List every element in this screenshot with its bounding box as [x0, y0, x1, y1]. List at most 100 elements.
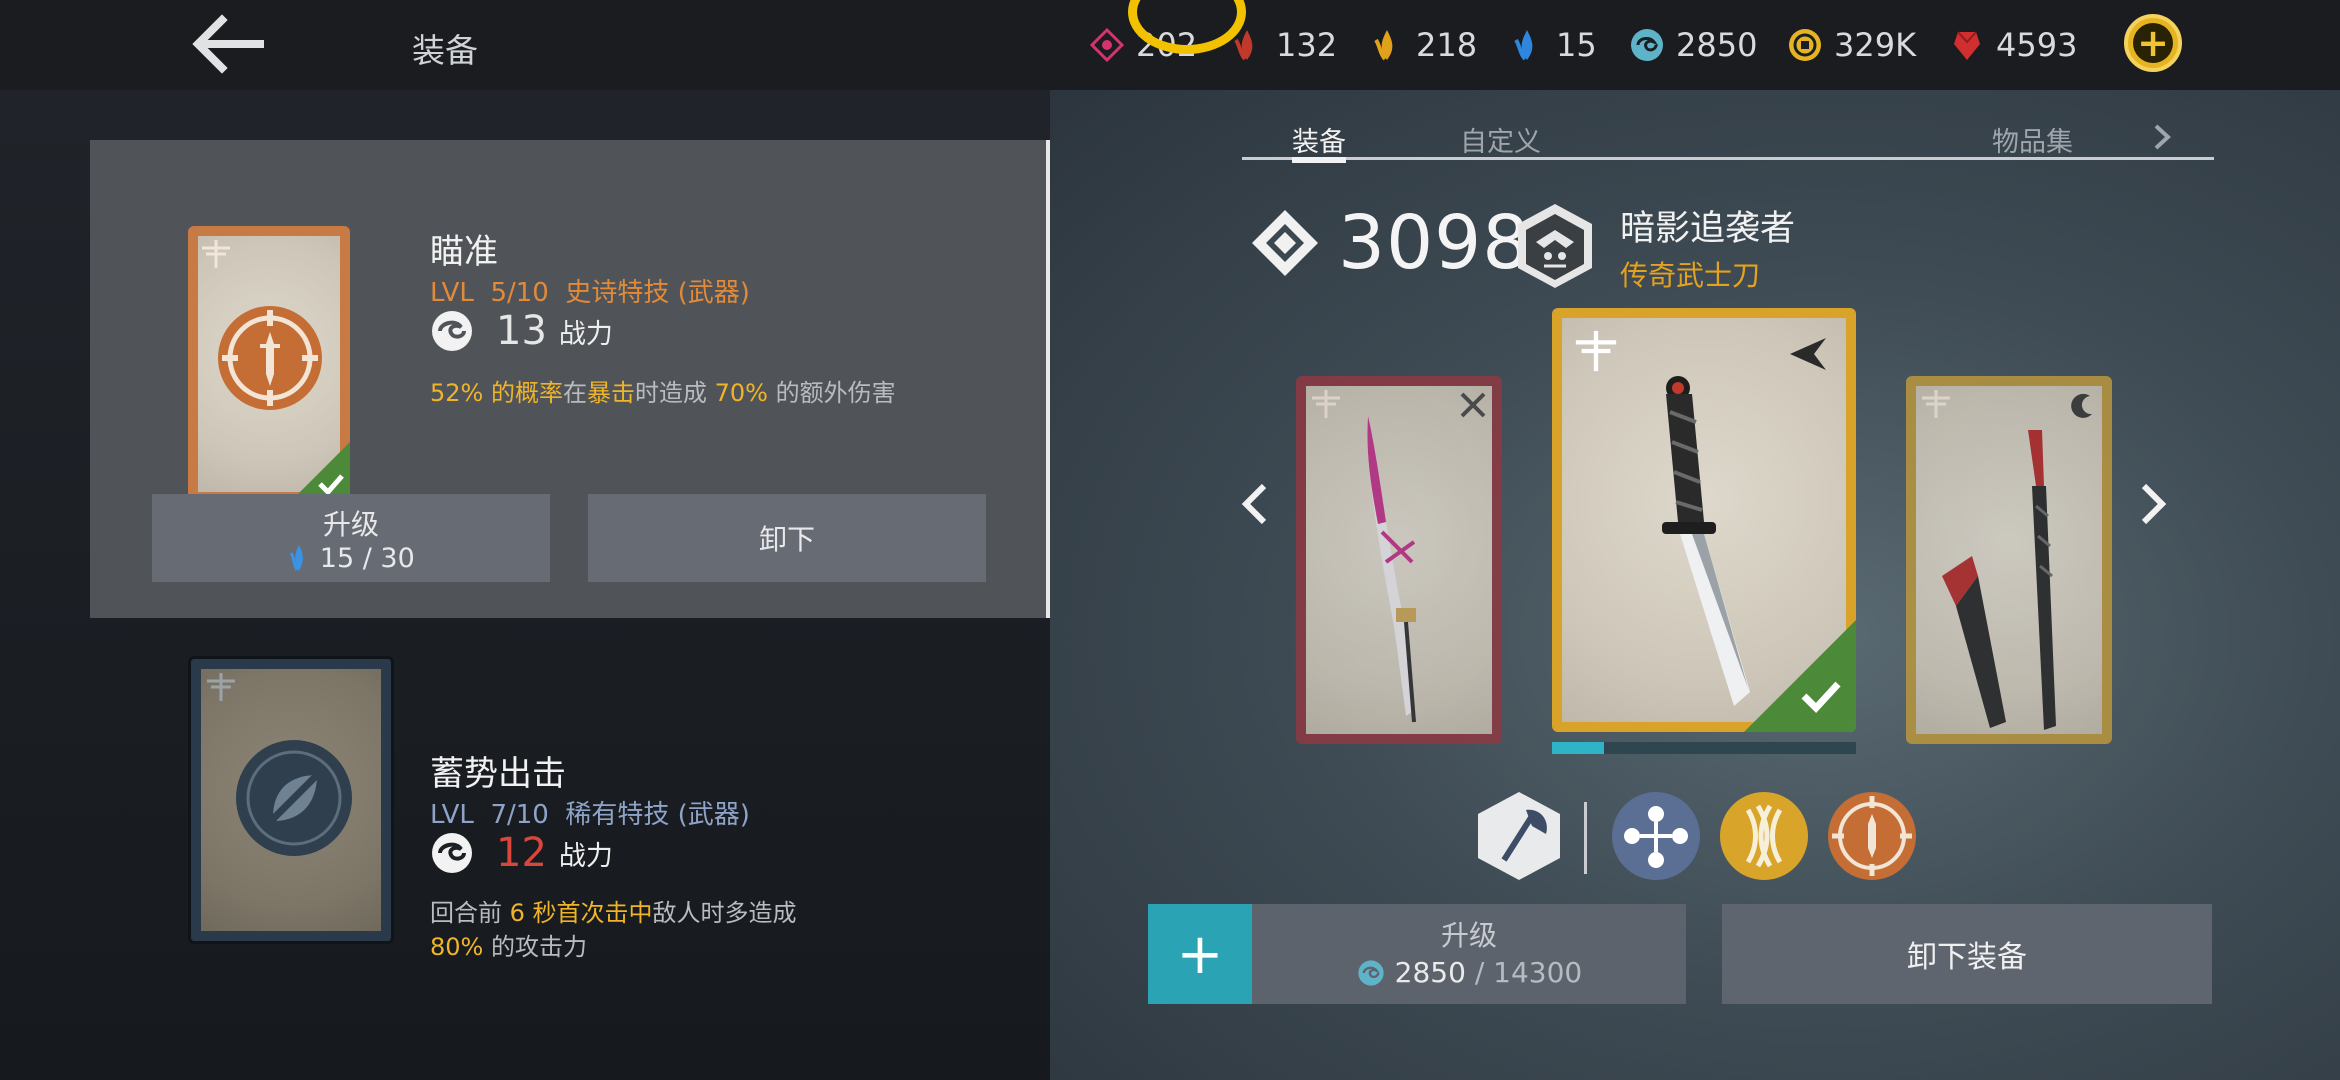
skill-name: 瞄准	[430, 232, 498, 272]
tab-collection[interactable]: 物品集	[1992, 120, 2073, 159]
dragonfly-icon	[207, 673, 235, 701]
upgrade-cost: 2850 / 14300	[1252, 956, 1686, 989]
dragonfly-icon	[1922, 390, 1950, 418]
ruby-counter: 4593	[1948, 22, 2077, 68]
red-crystal-icon	[1234, 30, 1253, 61]
crossed-swords-icon	[1460, 392, 1486, 418]
plus-icon[interactable]: +	[1148, 904, 1252, 1004]
spirit-orb-counter: 2850	[1628, 22, 1757, 68]
power-label: 战力	[558, 318, 613, 350]
gold-crystal-counter: 218	[1368, 22, 1477, 68]
plus-icon: +	[2133, 23, 2173, 63]
kunai-class-icon	[1790, 338, 1826, 370]
red-crystal-counter: 132	[1228, 22, 1337, 68]
spirit-orb-icon	[1358, 960, 1384, 986]
dragonfly-icon	[1575, 330, 1617, 372]
leaf-slash-icon	[236, 740, 352, 856]
spirit-orb-value: 2850	[1676, 26, 1758, 64]
weapon-card-right[interactable]	[1906, 376, 2112, 744]
coin-icon	[1789, 29, 1821, 61]
skill-description: 回合前 6 秒首次击中敌人时多造成 80% 的攻击力	[430, 899, 797, 961]
back-arrow-icon[interactable]	[192, 14, 268, 74]
power-diamond-icon	[1252, 210, 1318, 276]
axe-perk-icon[interactable]	[1474, 790, 1564, 882]
unequip-weapon-button[interactable]: 卸下装备	[1722, 904, 2212, 1004]
skill-rarity: 史诗特技 (武器)	[565, 278, 750, 308]
spirit-orb-icon	[1631, 29, 1663, 61]
weapon-card-left[interactable]	[1296, 376, 1502, 744]
weapon-panel: 装备 自定义 物品集 3098 暗影追袭者 传奇武士刀 + 升级 2850 / …	[1050, 90, 2340, 1080]
upgrade-cost: 15 / 30	[287, 543, 415, 574]
weapon-power: 3098	[1248, 200, 1530, 286]
pink-gem-icon	[1089, 27, 1125, 63]
unequip-skill-button[interactable]: 卸下	[588, 494, 986, 582]
gold-crystal-icon	[1374, 30, 1393, 61]
tab-equipment[interactable]: 装备	[1292, 120, 1346, 159]
crescent-icon	[2071, 393, 2092, 418]
page-title: 装备	[412, 31, 478, 70]
pink-blade-icon	[1367, 416, 1416, 723]
chevron-right-icon[interactable]	[2136, 480, 2170, 528]
weapon-name: 暗影追袭者	[1620, 209, 1796, 249]
skill-power: 13 战力	[430, 308, 613, 354]
top-bar: 装备 202 132 218 15 2850 329K 4593 +	[0, 0, 2340, 90]
weapon-xp-bar	[1552, 742, 1856, 754]
ruby-icon	[1954, 31, 1980, 60]
lvl-value: 5/10	[490, 278, 549, 308]
coin-counter: 329K	[1786, 22, 1916, 68]
skill-name: 蓄势出击	[430, 754, 566, 794]
perk-divider	[1584, 802, 1587, 874]
skill-list-panel: 瞄准 LVL 5/10 史诗特技 (武器) 13 战力 52% 的概率在暴击时造…	[0, 90, 1050, 1080]
tab-customize[interactable]: 自定义	[1460, 120, 1541, 159]
skill-level: LVL 5/10 史诗特技 (武器)	[430, 272, 750, 309]
branch-perk-icon[interactable]	[1610, 790, 1702, 882]
dragonfly-icon	[1312, 390, 1340, 418]
chevron-left-icon[interactable]	[1238, 480, 1272, 528]
blue-crystal-value: 15	[1556, 26, 1597, 64]
dual-blades-icon	[1942, 430, 2056, 730]
lvl-prefix: LVL	[430, 278, 474, 308]
skill-power: 12 战力	[430, 830, 613, 876]
skill-rarity: 稀有特技 (武器)	[565, 800, 750, 830]
active-tab-indicator	[1292, 157, 1346, 163]
skill-card-image	[188, 226, 350, 502]
red-crystal-value: 132	[1276, 26, 1338, 64]
power-value: 12	[496, 830, 547, 876]
gold-crystal-value: 218	[1416, 26, 1478, 64]
spirit-orb-icon	[432, 311, 472, 351]
blue-crystal-icon	[289, 545, 303, 571]
blue-crystal-icon	[1514, 30, 1533, 61]
sound-wave-perk-icon[interactable]	[1718, 790, 1810, 882]
skill-card-aim[interactable]: 瞄准 LVL 5/10 史诗特技 (武器) 13 战力 52% 的概率在暴击时造…	[90, 140, 1050, 618]
skill-card-image	[188, 656, 394, 944]
power-value: 3098	[1338, 200, 1531, 286]
equipped-check-icon	[1744, 620, 1856, 732]
chevron-right-icon[interactable]	[2152, 122, 2172, 152]
weapon-rarity: 传奇武士刀	[1620, 259, 1761, 292]
upgrade-weapon-button[interactable]: + 升级 2850 / 14300	[1148, 904, 1686, 1004]
upgrade-current: 2850	[1394, 956, 1466, 989]
power-label: 战力	[558, 840, 613, 872]
weapon-card-equipped[interactable]	[1552, 308, 1856, 732]
skill-card-charged-strike[interactable]: 蓄势出击 LVL 7/10 稀有特技 (武器) 12 战力 回合前 6 秒首次击…	[90, 650, 1048, 1050]
blue-crystal-counter: 15	[1508, 22, 1597, 68]
dragonfly-icon	[202, 240, 230, 268]
power-value: 13	[496, 308, 547, 354]
weapon-xp-fill	[1552, 742, 1604, 754]
skill-description: 52% 的概率在暴击时造成 70% 的额外伤害	[430, 379, 896, 407]
add-currency-button[interactable]: +	[2124, 14, 2182, 72]
upgrade-label: 升级	[1440, 919, 1497, 952]
coin-value: 329K	[1834, 26, 1917, 64]
crosshair-dagger-icon	[218, 306, 322, 410]
upgrade-skill-button[interactable]: 升级 15 / 30	[152, 494, 550, 582]
aim-perk-icon[interactable]	[1826, 790, 1918, 882]
ruby-value: 4593	[1996, 26, 2078, 64]
spirit-orb-icon	[432, 833, 472, 873]
upgrade-total: / 14300	[1474, 956, 1583, 989]
tab-bar: 装备 自定义 物品集	[1242, 110, 2214, 163]
equipped-check-icon	[290, 442, 350, 502]
upgrade-label: 升级	[322, 507, 379, 541]
skill-level: LVL 7/10 稀有特技 (武器)	[430, 800, 750, 830]
unequip-label: 卸下	[758, 523, 815, 556]
samurai-mask-icon	[1518, 204, 1592, 288]
